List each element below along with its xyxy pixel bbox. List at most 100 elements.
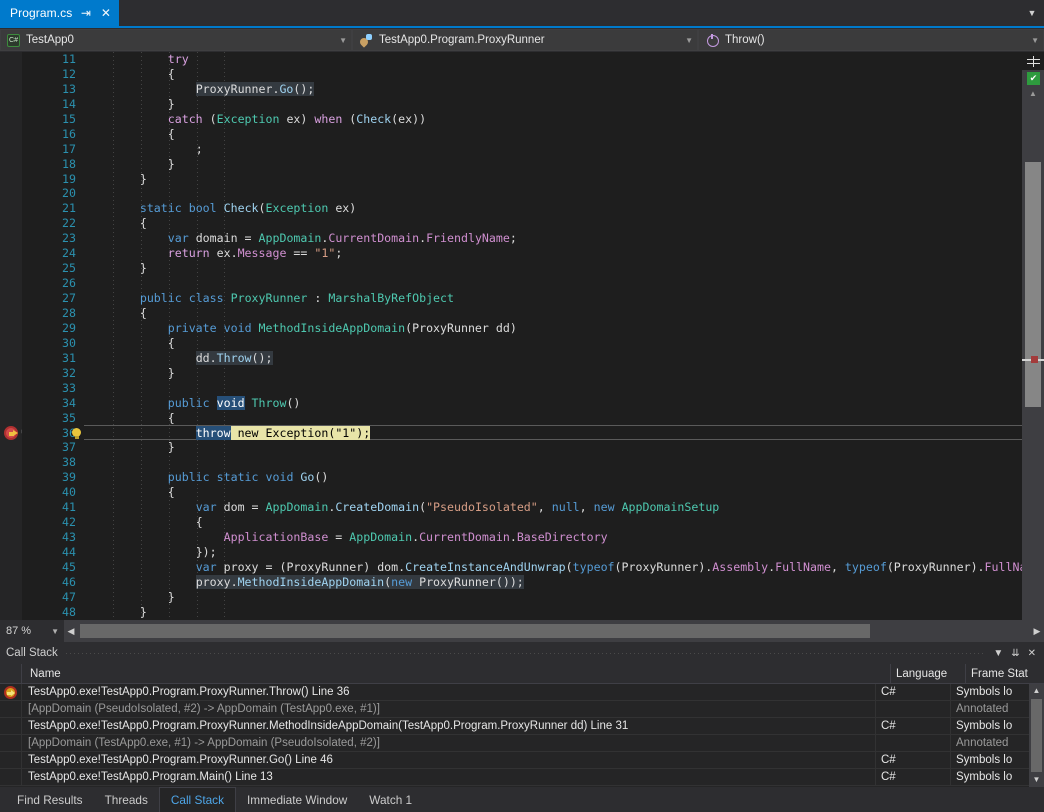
close-icon[interactable]: ✕: [99, 7, 112, 19]
code-line[interactable]: ;: [84, 142, 1022, 157]
chevron-down-icon[interactable]: ▼: [335, 36, 347, 45]
tool-window-tab-threads[interactable]: Threads: [94, 787, 159, 812]
chevron-right-icon[interactable]: ▶: [1030, 626, 1044, 637]
code-token: Check: [356, 111, 392, 126]
code-line[interactable]: proxy.MethodInsideAppDomain(new ProxyRun…: [84, 574, 1022, 590]
code-line[interactable]: [84, 455, 1022, 470]
code-line[interactable]: {: [84, 411, 1022, 426]
breakpoint-icon[interactable]: [4, 425, 19, 441]
code-health-ok-icon[interactable]: ✔: [1027, 72, 1040, 85]
tool-window-tab-call-stack[interactable]: Call Stack: [158, 787, 236, 812]
code-line[interactable]: [84, 276, 1022, 291]
project-dropdown[interactable]: C# TestApp0 ▼: [0, 29, 352, 51]
editor-scrollbar-map[interactable]: ✔ ▲: [1022, 52, 1044, 620]
chevron-down-icon[interactable]: ▼: [993, 648, 1003, 659]
code-line[interactable]: return ex.Message == "1";: [84, 246, 1022, 261]
code-line[interactable]: }: [84, 366, 1022, 381]
call-stack-row[interactable]: TestApp0.exe!TestApp0.Program.ProxyRunne…: [0, 684, 1029, 701]
code-line[interactable]: catch (Exception ex) when (Check(ex)): [84, 112, 1022, 127]
close-icon[interactable]: ✕: [1028, 648, 1036, 659]
code-token: proxy.: [195, 574, 238, 589]
code-line[interactable]: }: [84, 157, 1022, 172]
code-line[interactable]: {: [84, 127, 1022, 142]
chevron-down-icon[interactable]: ▼: [1027, 36, 1039, 45]
code-line[interactable]: public void Throw(): [84, 395, 1022, 411]
call-stack-row[interactable]: TestApp0.exe!TestApp0.Program.ProxyRunne…: [0, 718, 1029, 735]
horizontal-scroll-track[interactable]: [78, 624, 1030, 638]
code-line[interactable]: }: [84, 440, 1022, 455]
split-window-icon[interactable]: [1022, 52, 1044, 70]
code-token: {: [195, 515, 203, 530]
column-header-name[interactable]: Name: [22, 664, 891, 683]
tool-window-tab-immediate-window[interactable]: Immediate Window: [236, 787, 358, 812]
breakpoint-margin[interactable]: ↖: [0, 52, 31, 620]
code-token: ) dom.: [363, 559, 406, 574]
code-line[interactable]: {: [84, 67, 1022, 82]
tool-window-tab-watch-1[interactable]: Watch 1: [358, 787, 423, 812]
code-line[interactable]: ProxyRunner.Go();: [84, 81, 1022, 97]
code-text-area[interactable]: try { ProxyRunner.Go(); } catch (Excepti…: [84, 52, 1022, 620]
code-line[interactable]: }: [84, 590, 1022, 605]
code-line[interactable]: });: [84, 545, 1022, 560]
code-token: }: [167, 156, 175, 171]
horizontal-scroll-thumb[interactable]: [80, 624, 870, 638]
chevron-up-icon[interactable]: ▲: [1029, 684, 1044, 698]
call-stack-tool-buttons: ▼ ⇊ ✕: [985, 648, 1044, 659]
code-line[interactable]: var dom = AppDomain.CreateDomain("Pseudo…: [84, 500, 1022, 515]
chevron-up-icon[interactable]: ▲: [1027, 89, 1039, 99]
code-line[interactable]: {: [84, 306, 1022, 321]
call-stack-scroll-thumb[interactable]: [1031, 699, 1042, 772]
call-stack-row[interactable]: TestApp0.exe!TestApp0.Program.Main() Lin…: [0, 769, 1029, 786]
call-stack-title: Call Stack: [6, 647, 58, 659]
type-dropdown[interactable]: TestApp0.Program.ProxyRunner ▼: [352, 29, 698, 51]
chevron-down-icon[interactable]: ▼: [51, 627, 64, 636]
code-token: CurrentDomain: [419, 530, 510, 545]
chevron-down-icon[interactable]: ▼: [1020, 0, 1044, 26]
chevron-down-icon[interactable]: ▼: [681, 36, 693, 45]
code-line[interactable]: {: [84, 515, 1022, 530]
project-dropdown-label: TestApp0: [26, 34, 74, 46]
call-stack-row[interactable]: [AppDomain (TestApp0.exe, #1) -> AppDoma…: [0, 735, 1029, 752]
code-line[interactable]: }: [84, 97, 1022, 112]
column-header-frame-state[interactable]: Frame Stat: [966, 664, 1044, 683]
code-line[interactable]: dd.Throw();: [84, 350, 1022, 366]
code-token: {: [167, 66, 175, 81]
code-line[interactable]: }: [84, 605, 1022, 620]
code-line[interactable]: {: [84, 485, 1022, 500]
code-line[interactable]: {: [84, 336, 1022, 351]
code-line[interactable]: [84, 186, 1022, 201]
pin-icon[interactable]: ⇊: [1011, 648, 1019, 659]
vertical-scroll-thumb[interactable]: [1025, 162, 1041, 407]
code-line[interactable]: static bool Check(Exception ex): [84, 201, 1022, 216]
code-line[interactable]: try: [84, 52, 1022, 67]
code-line[interactable]: var proxy = (ProxyRunner) dom.CreateInst…: [84, 560, 1022, 575]
line-number: 21: [62, 201, 76, 216]
code-line[interactable]: }: [84, 172, 1022, 187]
lightbulb-icon[interactable]: [70, 427, 83, 442]
document-tab-program-cs[interactable]: Program.cs ⇥ ✕: [0, 0, 120, 26]
code-line[interactable]: var domain = AppDomain.CurrentDomain.Fri…: [84, 231, 1022, 246]
code-line[interactable]: {: [84, 216, 1022, 231]
tool-window-tab-find-results[interactable]: Find Results: [6, 787, 94, 812]
code-line[interactable]: ApplicationBase = AppDomain.CurrentDomai…: [84, 530, 1022, 545]
member-dropdown[interactable]: Throw() ▼: [698, 29, 1044, 51]
call-stack-row[interactable]: TestApp0.exe!TestApp0.Program.ProxyRunne…: [0, 752, 1029, 769]
horizontal-scrollbar[interactable]: ◀ ▶: [64, 620, 1044, 642]
pin-icon[interactable]: ⇥: [79, 7, 92, 19]
editor-viewport[interactable]: ↖ 11121314151617181920212223242526272829…: [0, 52, 1022, 620]
column-header-language[interactable]: Language: [891, 664, 966, 683]
code-line[interactable]: private void MethodInsideAppDomain(Proxy…: [84, 321, 1022, 336]
code-line[interactable]: }: [84, 261, 1022, 276]
code-line[interactable]: throw new Exception("1");: [84, 425, 1022, 441]
zoom-level-dropdown[interactable]: 87 % ▼: [0, 620, 64, 642]
code-line[interactable]: public class ProxyRunner : MarshalByRefO…: [84, 291, 1022, 306]
call-stack-vertical-scrollbar[interactable]: ▲ ▼: [1029, 684, 1044, 787]
chevron-down-icon[interactable]: ▼: [1029, 773, 1044, 787]
code-token: ex): [279, 111, 315, 126]
call-stack-row-list[interactable]: TestApp0.exe!TestApp0.Program.ProxyRunne…: [0, 684, 1029, 787]
code-line[interactable]: [84, 381, 1022, 396]
chevron-left-icon[interactable]: ◀: [64, 626, 78, 637]
code-line[interactable]: public static void Go(): [84, 470, 1022, 485]
call-stack-row[interactable]: [AppDomain (PseudoIsolated, #2) -> AppDo…: [0, 701, 1029, 718]
